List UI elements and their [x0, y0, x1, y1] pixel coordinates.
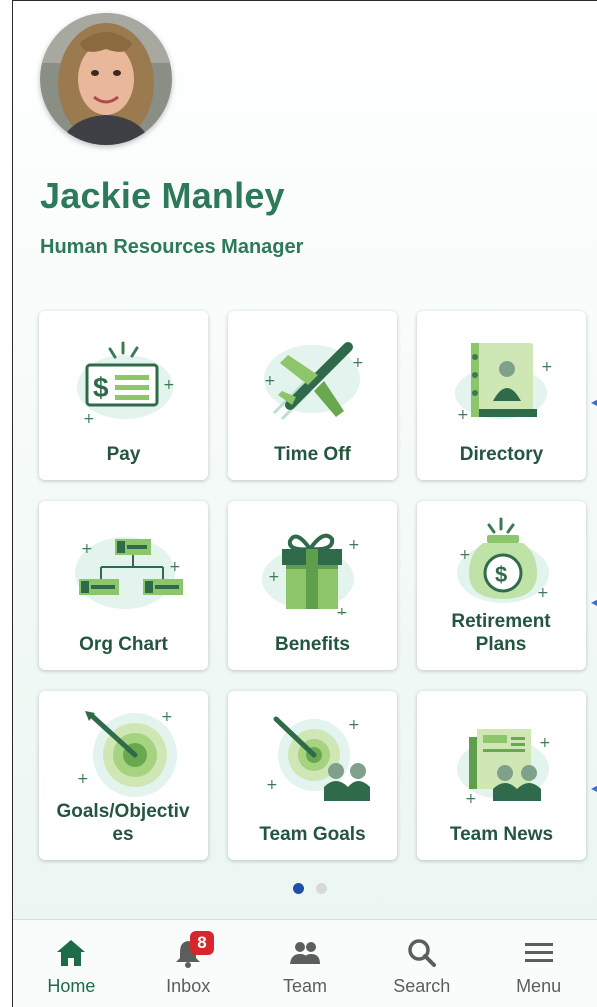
user-job-title: Human Resources Manager — [40, 236, 304, 258]
chevron-left-icon: ◀ — [591, 595, 597, 609]
team-target-icon: + + — [266, 716, 370, 801]
tile-label: Retirement Plans — [451, 611, 551, 655]
page-indicator[interactable] — [293, 883, 327, 894]
svg-text:+: + — [336, 605, 348, 615]
chevron-left-icon: ◀ — [591, 781, 597, 795]
gift-box-icon: + + + — [262, 533, 360, 615]
tile-label: Org Chart — [79, 634, 168, 655]
tab-home[interactable]: Home — [13, 920, 130, 1007]
svg-text:$: $ — [93, 372, 109, 403]
tile-team-news[interactable]: + + Team News ◀ — [417, 691, 597, 860]
tile-retirement-plans[interactable]: $ + + Retirement Plans ◀ — [417, 501, 597, 670]
tab-label: Menu — [516, 976, 562, 996]
tile-goals-objectives[interactable]: + + Goals/Objectives — [39, 691, 208, 860]
target-arrow-icon: + + — [77, 709, 177, 797]
tile-time-off[interactable]: + + Time Off — [228, 311, 397, 480]
team-icon — [289, 942, 320, 964]
svg-text:+: + — [348, 717, 360, 733]
tile-org-chart[interactable]: + + Org Chart — [39, 501, 208, 670]
tab-inbox[interactable]: 8 Inbox — [130, 920, 247, 1007]
team-news-icon: + + — [457, 729, 551, 805]
svg-text:+: + — [352, 355, 364, 371]
svg-text:+: + — [541, 359, 553, 375]
app-screen: Jackie Manley Human Resources Manager $ … — [12, 0, 597, 1007]
tab-label: Home — [47, 976, 96, 996]
tile-label: Team News — [449, 824, 554, 845]
tile-team-goals[interactable]: + + Team Goals — [228, 691, 397, 860]
tile-label: Goals/Objectives — [56, 801, 190, 845]
svg-text:$: $ — [495, 562, 507, 587]
svg-text:+: + — [539, 735, 551, 751]
tab-search[interactable]: Search — [363, 920, 480, 1007]
svg-text:+: + — [77, 771, 89, 787]
user-name: Jackie Manley — [40, 175, 285, 216]
svg-text:+: + — [264, 373, 276, 389]
org-chart-icon: + + — [75, 537, 183, 609]
bottom-tab-bar: Home 8 Inbox Team Search Menu — [13, 919, 597, 1007]
tab-label: Inbox — [166, 976, 211, 996]
pay-check-icon: $ + + — [77, 341, 175, 425]
svg-text:+: + — [169, 559, 181, 575]
svg-text:+: + — [457, 407, 469, 423]
tile-label: Time Off — [274, 444, 351, 465]
tile-label: Benefits — [275, 634, 350, 655]
hamburger-menu-icon — [524, 943, 553, 962]
tile-label: Team Goals — [259, 824, 366, 845]
svg-text:+: + — [161, 709, 173, 725]
svg-text:+: + — [348, 537, 360, 553]
svg-text:+: + — [268, 569, 280, 585]
chevron-left-icon: ◀ — [591, 395, 597, 409]
profile-avatar[interactable] — [40, 13, 172, 145]
search-icon — [408, 939, 436, 967]
tile-pay[interactable]: $ + + Pay — [39, 311, 208, 480]
inbox-badge: 8 — [190, 931, 214, 955]
page-dot[interactable] — [316, 883, 327, 894]
svg-text:+: + — [537, 585, 549, 601]
svg-text:+: + — [163, 377, 175, 393]
svg-text:+: + — [83, 411, 95, 425]
airplane-icon: + + — [264, 342, 364, 421]
svg-text:+: + — [81, 541, 93, 557]
tile-directory[interactable]: + + Directory ◀ — [417, 311, 597, 480]
tab-label: Search — [393, 976, 451, 996]
tile-label: Pay — [106, 444, 141, 465]
tile-label: Directory — [459, 444, 544, 465]
tab-team[interactable]: Team — [247, 920, 364, 1007]
page-dot-active[interactable] — [293, 883, 304, 894]
svg-text:+: + — [266, 777, 278, 793]
tile-benefits[interactable]: + + + Benefits — [228, 501, 397, 670]
savings-jar-icon: $ + + — [457, 517, 549, 603]
tab-label: Team — [282, 976, 327, 996]
home-icon — [57, 940, 86, 966]
tab-menu[interactable]: Menu — [480, 920, 597, 1007]
svg-text:+: + — [465, 791, 477, 805]
svg-text:+: + — [459, 547, 471, 563]
directory-book-icon: + + — [455, 343, 553, 423]
